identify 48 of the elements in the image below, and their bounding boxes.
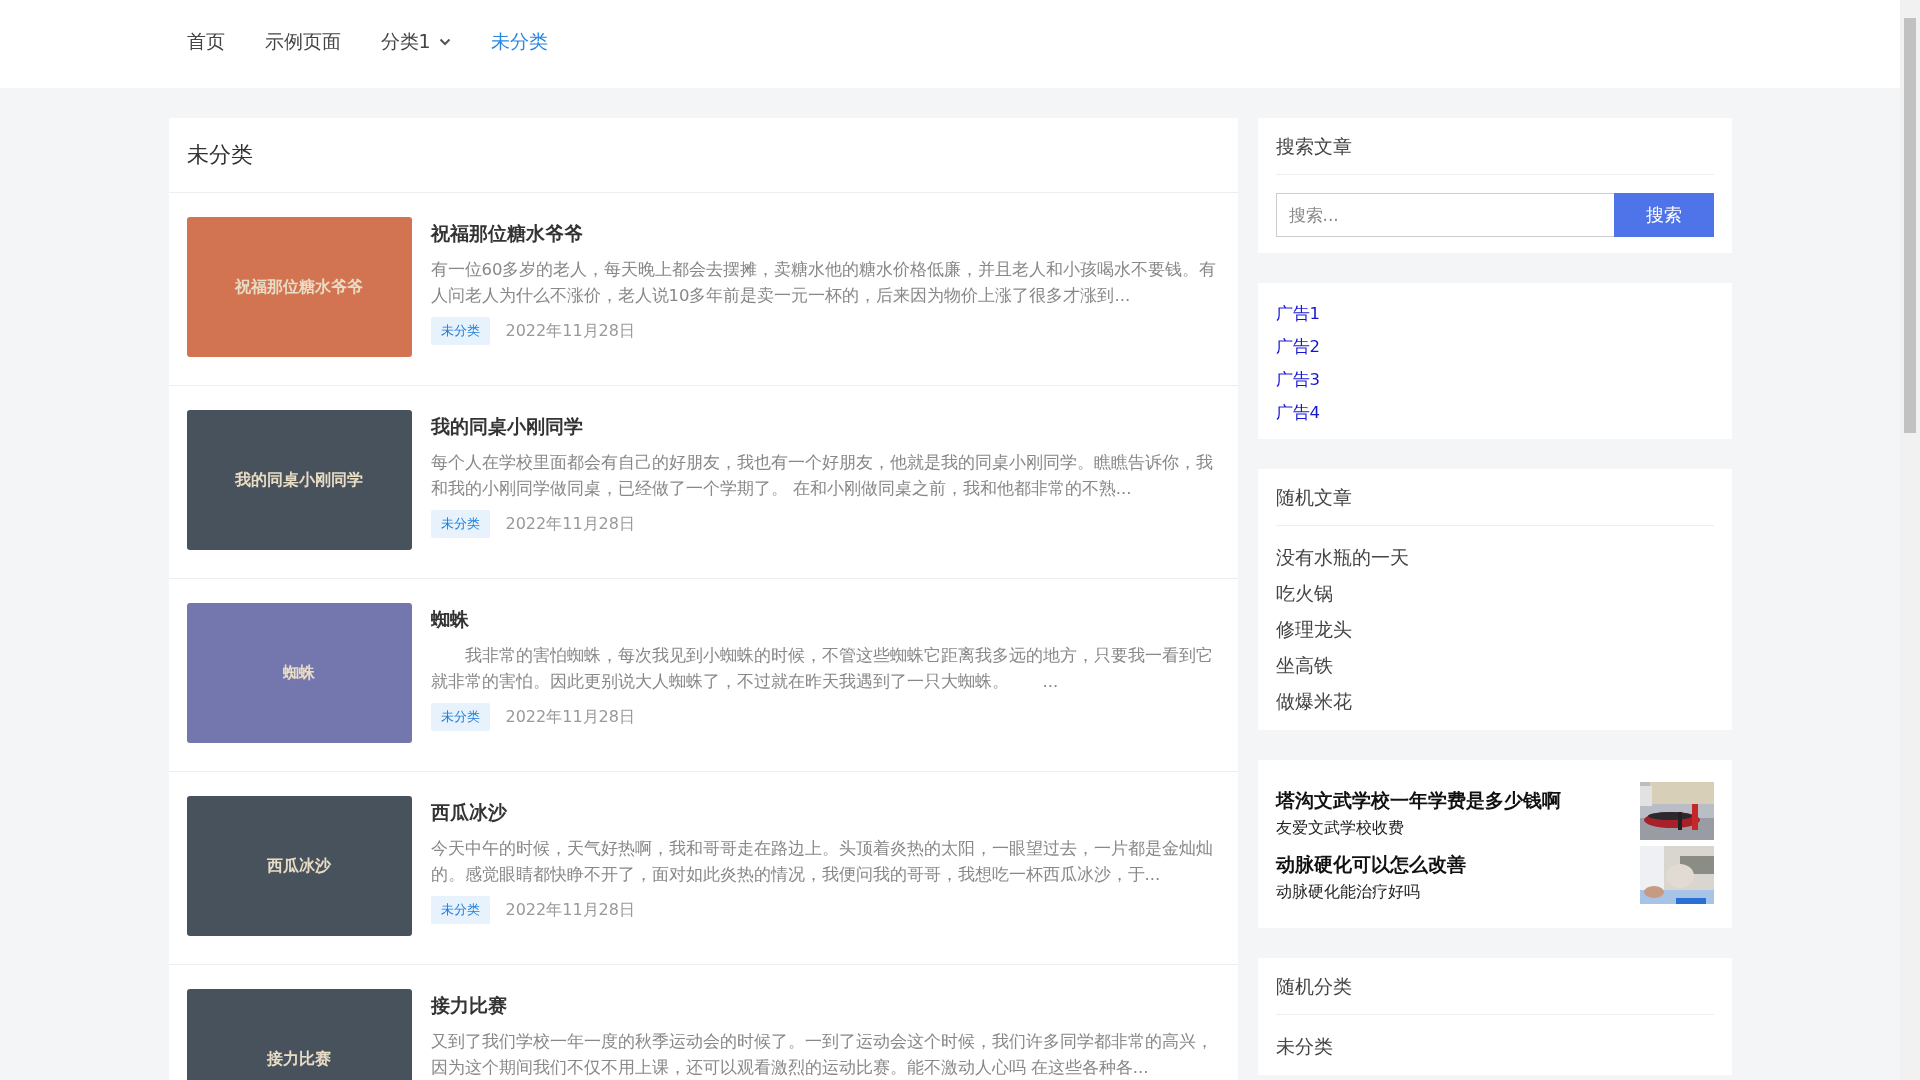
search-field[interactable]: 搜索...	[1275, 193, 1614, 237]
post-title[interactable]: 西瓜冰沙	[430, 800, 1220, 826]
post-excerpt: 有一位60多岁的老人，每天晚上都会去摆摊，卖糖水他的糖水价格低廉，并且老人和小孩喝水不要钱。有人问老人为什么不涨价，老人说10多年前是卖一元一杯的，后来因为物价上涨了很多才涨到...	[430, 259, 1218, 307]
random-post-link[interactable]: 没有水瓶的一天	[1275, 544, 1714, 570]
ad-link[interactable]: 广告1	[1275, 301, 1714, 326]
promo-title[interactable]: 动脉硬化可以怎么改善	[1275, 852, 1466, 878]
post-title[interactable]: 蜘蛛	[430, 607, 1220, 633]
category-title: 未分类	[168, 118, 1238, 193]
promo-subtitle: 动脉硬化能治疗好吗	[1275, 882, 1421, 903]
random-post-link[interactable]: 做爆米花	[1275, 688, 1714, 714]
post-thumbnail[interactable]: 我的同桌小刚同学	[186, 410, 412, 550]
post-date: 2022年11月28日	[505, 320, 635, 342]
promo-title[interactable]: 塔沟文武学校一年学费是多少钱啊	[1275, 788, 1561, 814]
category-tag[interactable]: 未分类	[430, 896, 490, 924]
post-date: 2022年11月28日	[505, 513, 635, 535]
category-tag[interactable]: 未分类	[430, 703, 490, 731]
category-tag[interactable]: 未分类	[430, 510, 490, 538]
post-thumbnail[interactable]: 西瓜冰沙	[186, 796, 412, 936]
ad-link[interactable]: 广告3	[1275, 367, 1714, 392]
post-title[interactable]: 祝福那位糖水爷爷	[430, 221, 1220, 247]
scrollbar-thumb[interactable]	[1904, 18, 1916, 433]
post-date: 2022年11月28日	[505, 706, 635, 728]
nav-link[interactable]: 示例页面	[264, 29, 341, 59]
post-title[interactable]: 接力比赛	[430, 993, 1220, 1019]
post-title[interactable]: 我的同桌小刚同学	[430, 414, 1220, 440]
ad-link[interactable]: 广告4	[1275, 400, 1714, 425]
nav-link[interactable]: 分类1	[380, 29, 451, 59]
widget-title: 随机分类	[1275, 972, 1714, 1015]
random-post-link[interactable]: 修理龙头	[1275, 616, 1714, 642]
post-thumbnail[interactable]: 接力比赛	[186, 989, 412, 1080]
caret-icon	[438, 38, 451, 46]
nav-link[interactable]: 未分类	[490, 29, 548, 59]
random-post-link[interactable]: 吃火锅	[1275, 580, 1714, 606]
search-button[interactable]: 搜索	[1613, 193, 1714, 237]
category-link[interactable]: 未分类	[1275, 1033, 1714, 1059]
scrollbar[interactable]	[1900, 0, 1920, 1080]
nav-link[interactable]: 首页	[186, 29, 225, 59]
post-date: 2022年11月28日	[505, 899, 635, 921]
category-tag[interactable]: 未分类	[430, 317, 490, 345]
post-excerpt: 每个人在学校里面都会有自己的好朋友，我也有一个好朋友，他就是我的同桌小刚同学。瞧瞧告诉你，我和我的小刚同学做同桌，已经做了一个学期了。 在和小刚做同桌之前，我和他都非常的不熟...	[430, 452, 1214, 500]
ad-link[interactable]: 广告2	[1275, 334, 1714, 359]
random-post-link[interactable]: 坐高铁	[1275, 652, 1714, 678]
widget-title: 随机文章	[1275, 483, 1714, 526]
post-excerpt: 我非常的害怕蜘蛛，每次我见到小蜘蛛的时候，不管这些蜘蛛它距离我多远的地方，只要我一看到它就非常的害怕。因此更别说大人蜘蛛了，不过就在昨天我遇到了一只大蜘蛛。 ...	[430, 645, 1214, 693]
widget-title: 搜索文章	[1275, 132, 1714, 175]
post-excerpt: 今天中午的时候，天气好热啊，我和哥哥走在路边上。头顶着炎热的太阳，一眼望过去，一片都是金灿灿的。感觉眼睛都快睁不开了，面对如此炎热的情况，我便问我的哥哥，我想吃一杯西瓜冰沙，于...	[430, 838, 1214, 886]
promo-subtitle: 友爱文武学校收费	[1275, 818, 1405, 839]
post-excerpt: 又到了我们学校一年一度的秋季运动会的时候了。一到了运动会这个时候，我们许多同学都非常的高兴，因为这个期间我们不仅不用上课，还可以观看激烈的运动比赛。能不激动人心吗 在这些各种各...	[430, 1031, 1214, 1079]
